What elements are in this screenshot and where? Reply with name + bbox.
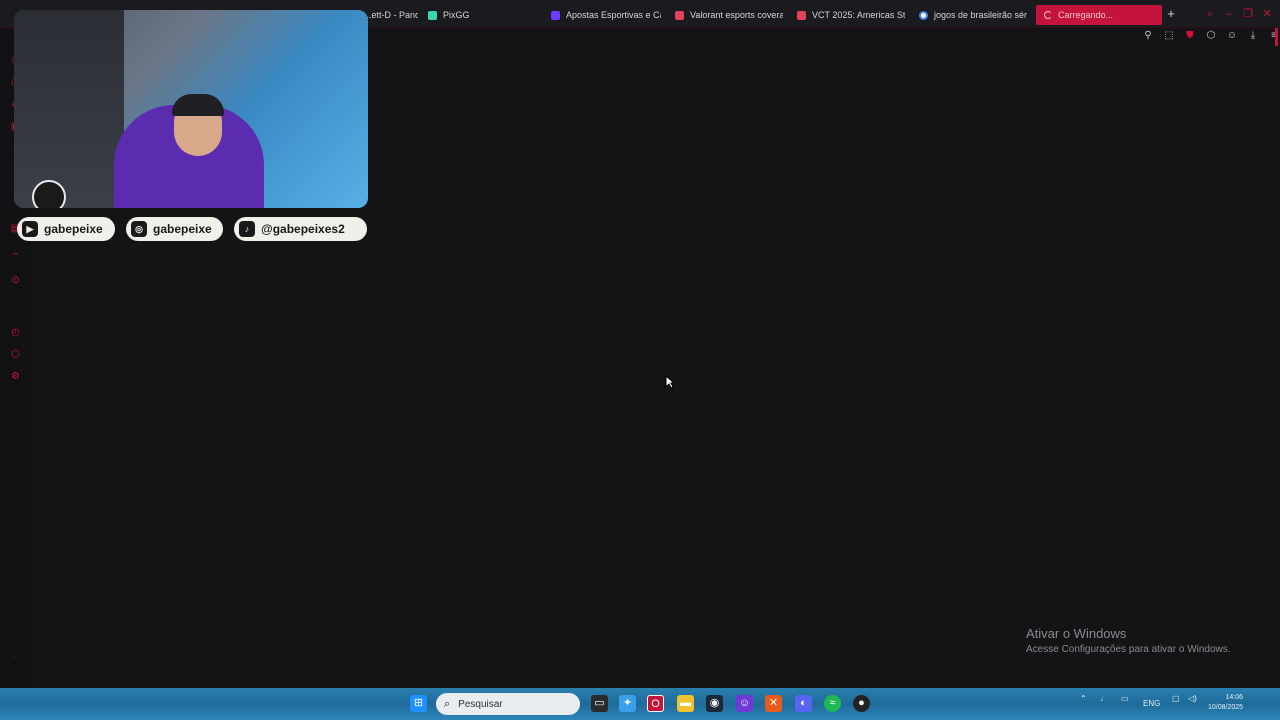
clock-date: 10/08/2025 [1208,704,1244,711]
windows-activation-watermark: Ativar o Windows Acesse Configurações pa… [1026,626,1231,655]
tiktok-icon: ♪ [239,221,255,237]
watermark-subtitle: Acesse Configurações para ativar o Windo… [1026,644,1231,655]
add-icon[interactable]: − [9,248,22,261]
tray-display-icon[interactable]: ▭ [1121,694,1129,703]
minimize-icon[interactable]: – [1222,7,1236,21]
tab-pandascore[interactable]: ...ett-D - Pand [364,5,418,25]
download-icon[interactable]: ⤓ [1247,30,1259,42]
tab-label: PixGG [443,10,470,20]
clock-time: 14:06 [1225,694,1244,701]
network-icon[interactable]: ▢ [1172,694,1180,703]
social-handle: @gabepeixes2 [261,222,345,236]
more-icon[interactable]: ··· [9,650,22,663]
steam-icon[interactable]: ◉ [706,695,723,712]
google-icon [919,10,928,20]
extensions-icon[interactable]: ⬡ [9,348,22,361]
record-icon[interactable]: ⊙ [9,274,22,287]
desktop-screen: { "browser": { "tabs": [ {"label": "...e… [0,0,1280,720]
tab-label: Apostas Esportivas e Ca [566,10,661,20]
search-placeholder: Pesquisar [458,698,503,710]
tab-label: jogos de brasileirão sér [934,10,1028,20]
opera-gx-icon[interactable]: O [647,695,664,712]
social-instagram: ◎ gabepeixe [126,217,223,241]
task-view-icon[interactable]: ▭ [591,695,608,712]
taskbar-search[interactable]: ⌕ Pesquisar [436,693,580,715]
account-icon[interactable]: ☺ [1226,30,1238,42]
social-tiktok: ♪ @gabepeixes2 [234,217,367,241]
tab-label: VCT 2025: Americas St [812,10,905,20]
valorant-icon [797,10,806,20]
menu-icon[interactable]: ≡ [1268,30,1280,42]
volume-icon[interactable]: ◁) [1188,694,1197,703]
pixgg-icon [428,10,437,20]
webcam-background-shelf [14,10,124,208]
webcam-overlay [14,10,368,208]
tab-loading[interactable]: Carregando... [1036,5,1162,25]
clock-icon[interactable]: ◴ [9,326,22,339]
search-icon[interactable]: ⌕ [1203,7,1217,21]
social-youtube: ▶ gabepeixe [17,217,115,241]
tab-label: Carregando... [1058,10,1114,20]
language-indicator[interactable]: ENG [1143,699,1160,708]
loading-spinner-icon [1044,11,1052,19]
streamer-logo [32,180,66,208]
close-icon[interactable]: ✕ [1260,7,1274,21]
tab-pixgg[interactable]: PixGG [428,5,498,25]
extensions-icon[interactable]: ⬡ [1205,30,1217,42]
shield-icon[interactable]: ⛊ [1184,30,1196,42]
social-handle: gabepeixe [44,222,103,236]
windows-taskbar: ⊞ ⌕ Pesquisar ▭ ✦ O ▬ ◉ ☺ ✕ ◐ ≈ ● ⌃ ♩ ▭ … [0,688,1280,720]
social-handle: gabepeixe [153,222,212,236]
settings-icon[interactable]: ⚙ [9,370,22,383]
tab-valorant-coverage[interactable]: Valorant esports covera [675,5,783,25]
tab-label: Valorant esports covera [690,10,783,20]
watermark-title: Ativar o Windows [1026,626,1127,641]
taskbar-clock[interactable]: 14:06 10/08/2025 [1208,693,1243,713]
youtube-icon: ▶ [22,221,38,237]
instagram-icon: ◎ [131,221,147,237]
obs-icon[interactable]: ● [853,695,870,712]
file-explorer-icon[interactable]: ▬ [677,695,694,712]
accent-bar [1275,28,1278,46]
restore-icon[interactable]: ❐ [1241,7,1255,21]
tab-label: ...ett-D - Pand [364,10,418,20]
spotify-icon[interactable]: ≈ [824,695,841,712]
tray-chevron-icon[interactable]: ⌃ [1080,694,1087,703]
pin-icon[interactable]: ⚲ [1142,30,1154,42]
discord-icon[interactable]: ◐ [795,695,812,712]
copilot-icon[interactable]: ✦ [619,695,636,712]
tab-vct-americas[interactable]: VCT 2025: Americas St [797,5,905,25]
tab-google-search[interactable]: jogos de brasileirão sér [919,5,1029,25]
windows-start-icon[interactable]: ⊞ [410,695,427,712]
valorant-icon [675,10,684,20]
tray-mic-icon[interactable]: ♩ [1100,694,1108,703]
game-app-icon[interactable]: ☺ [736,695,753,712]
browser-toolbar: ⚲ ⬚ ⛊ ⬡ ☺ ⤓ ≡ [1142,30,1280,46]
tab-apostas[interactable]: Apostas Esportivas e Ca [551,5,661,25]
webcam-person-cap [172,94,224,116]
new-tab-button[interactable]: + [1164,7,1178,21]
search-icon: ⌕ [444,697,451,710]
betting-icon [551,10,560,20]
snapshot-icon[interactable]: ⬚ [1163,30,1175,42]
xbox-icon[interactable]: ✕ [765,695,782,712]
